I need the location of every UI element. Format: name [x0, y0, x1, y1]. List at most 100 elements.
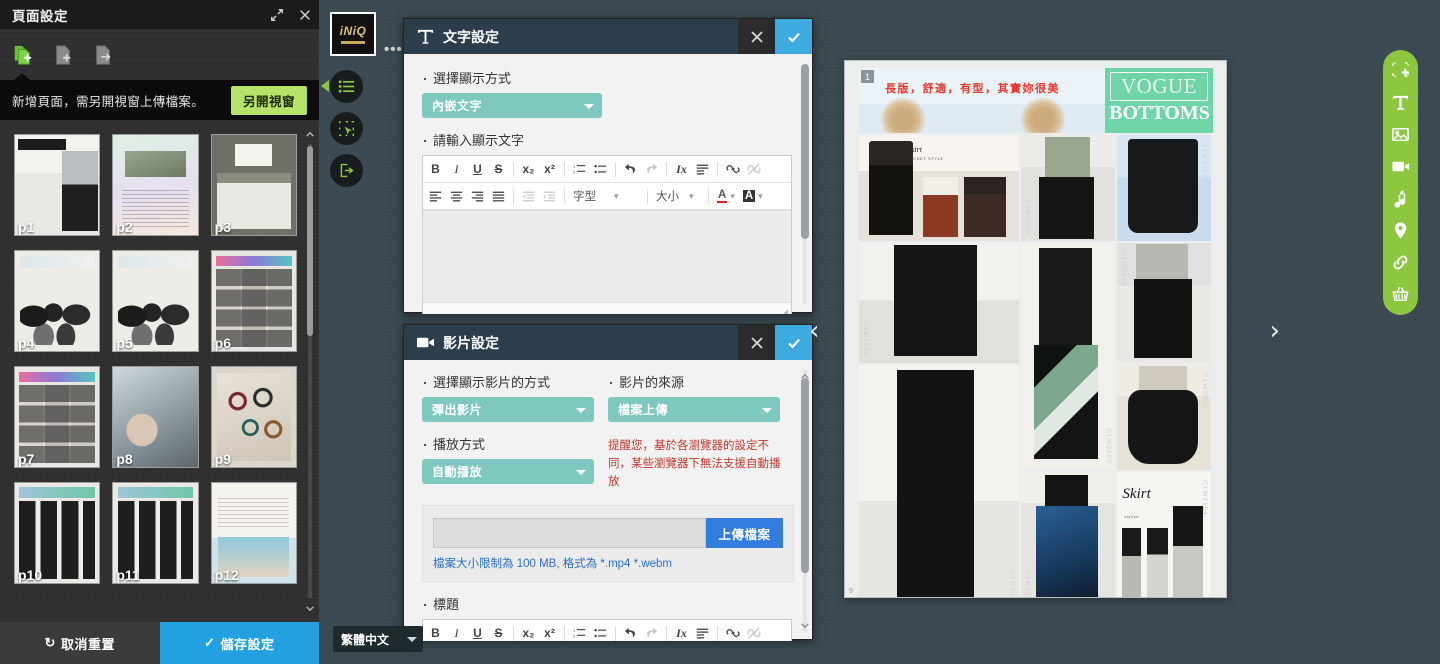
unlink-icon[interactable]: [743, 159, 764, 179]
display-mode-select[interactable]: 內嵌文字: [422, 93, 602, 118]
subscript-button[interactable]: x₂: [518, 623, 539, 641]
italic-button[interactable]: I: [446, 623, 467, 641]
bullet-list-icon[interactable]: [590, 159, 611, 179]
add-page-icon[interactable]: [52, 44, 74, 66]
page-thumbnail[interactable]: p5: [112, 250, 199, 353]
video-source-select[interactable]: 檔案上傳: [608, 397, 780, 422]
scroll-down-icon[interactable]: [305, 602, 315, 614]
link-icon[interactable]: [722, 623, 743, 641]
prev-page-arrow[interactable]: ‹: [809, 318, 819, 344]
text-color-button[interactable]: A ▾: [713, 189, 739, 203]
video-display-mode-select[interactable]: 彈出影片: [422, 397, 594, 422]
indent-icon[interactable]: [539, 186, 560, 206]
copy-page-icon[interactable]: [92, 44, 114, 66]
outdent-icon[interactable]: [518, 186, 539, 206]
product-cell[interactable]: C1W2209: [859, 243, 1019, 363]
page-thumbnail[interactable]: p7: [14, 366, 101, 469]
exit-icon[interactable]: [330, 154, 363, 187]
save-button[interactable]: ✓ 儲存設定: [159, 622, 319, 664]
thumbnail-scrollbar[interactable]: [305, 128, 315, 614]
paragraph-format-icon[interactable]: [692, 623, 713, 641]
page-thumbnail[interactable]: p6: [210, 250, 297, 353]
add-image-icon[interactable]: [1390, 124, 1411, 145]
page-thumbnail[interactable]: p3: [210, 134, 297, 237]
scroll-down-icon[interactable]: [800, 619, 810, 631]
font-family-select[interactable]: 字型 ▾: [569, 188, 643, 204]
list-icon[interactable]: [330, 70, 363, 103]
text-dialog-close-button[interactable]: [738, 19, 775, 54]
align-right-icon[interactable]: [467, 186, 488, 206]
page-thumbnail[interactable]: p2: [112, 134, 199, 237]
close-icon[interactable]: [291, 0, 319, 29]
undo-icon[interactable]: [620, 159, 641, 179]
superscript-button[interactable]: x²: [539, 159, 560, 179]
font-size-select[interactable]: 大小 ▾: [652, 188, 704, 204]
page-thumbnail[interactable]: p8: [112, 366, 199, 469]
page-thumbnail[interactable]: p9: [210, 366, 297, 469]
next-page-arrow[interactable]: ›: [1270, 318, 1280, 344]
redo-icon[interactable]: [641, 159, 662, 179]
add-region-icon[interactable]: [1390, 60, 1411, 81]
page-preview-sheet[interactable]: 1 長版，舒適，有型，其實妳很美 VOGUE BOTTOMS Skirt LONG…: [844, 60, 1227, 598]
video-play-mode-select[interactable]: 自動播放: [422, 459, 594, 484]
product-cell[interactable]: C1W2030: [1020, 135, 1115, 241]
video-dialog-scrollbar[interactable]: [800, 370, 809, 631]
text-dialog-confirm-button[interactable]: [775, 19, 812, 54]
add-link-icon[interactable]: [1390, 252, 1411, 273]
product-cell[interactable]: C1W2315: [1116, 243, 1211, 363]
editor-resize-handle[interactable]: [423, 302, 791, 314]
clear-format-button[interactable]: Ix: [671, 623, 692, 641]
scrollbar-thumb[interactable]: [801, 64, 809, 239]
scroll-up-icon[interactable]: [305, 128, 315, 140]
product-cell[interactable]: C1W2109: [1020, 243, 1115, 470]
more-options-icon[interactable]: •••: [384, 41, 403, 58]
product-cell[interactable]: Skirt LONG POCKET STYLE: [859, 135, 1019, 241]
reset-button[interactable]: ↻ 取消重置: [0, 622, 160, 664]
bg-color-button[interactable]: A ▾: [739, 190, 767, 202]
scroll-up-icon[interactable]: [800, 370, 810, 382]
add-pages-icon[interactable]: [12, 44, 34, 66]
select-area-icon[interactable]: [330, 112, 363, 145]
subscript-button[interactable]: x₂: [518, 159, 539, 179]
scrollbar-thumb[interactable]: [307, 146, 313, 336]
page-thumbnail[interactable]: p1: [14, 134, 101, 237]
product-cell[interactable]: C1W2106: [1116, 135, 1211, 241]
underline-button[interactable]: U: [467, 623, 488, 641]
add-shop-icon[interactable]: [1390, 284, 1411, 305]
language-select[interactable]: 繁體中文: [333, 626, 423, 652]
redo-icon[interactable]: [641, 623, 662, 641]
add-video-icon[interactable]: [1390, 156, 1411, 177]
italic-button[interactable]: I: [446, 159, 467, 179]
product-cell[interactable]: C1W2303: [859, 365, 1019, 597]
paragraph-format-icon[interactable]: [692, 159, 713, 179]
add-text-icon[interactable]: [1390, 92, 1411, 113]
text-content-area[interactable]: [423, 210, 791, 302]
page-thumbnail[interactable]: p12: [210, 482, 297, 585]
video-dialog-close-button[interactable]: [738, 325, 775, 360]
expand-icon[interactable]: [263, 0, 291, 29]
upload-file-button[interactable]: 上傳檔案: [706, 518, 783, 549]
align-center-icon[interactable]: [446, 186, 467, 206]
align-left-icon[interactable]: [425, 186, 446, 206]
page-thumbnail[interactable]: p10: [14, 482, 101, 585]
strikethrough-button[interactable]: S: [488, 159, 509, 179]
bold-button[interactable]: B: [425, 623, 446, 641]
ordered-list-icon[interactable]: 12: [569, 623, 590, 641]
video-dialog-confirm-button[interactable]: [775, 325, 812, 360]
open-new-window-button[interactable]: 另開視窗: [230, 85, 307, 115]
add-location-icon[interactable]: [1390, 220, 1411, 241]
strikethrough-button[interactable]: S: [488, 623, 509, 641]
underline-button[interactable]: U: [467, 159, 488, 179]
ordered-list-icon[interactable]: 12: [569, 159, 590, 179]
align-justify-icon[interactable]: [488, 186, 509, 206]
product-cell[interactable]: stylish Skirt C1W2164: [1116, 472, 1211, 597]
superscript-button[interactable]: x²: [539, 623, 560, 641]
product-cell[interactable]: C1W2020: [1116, 365, 1211, 470]
clear-format-button[interactable]: Ix: [671, 159, 692, 179]
logo-thumbnail[interactable]: iNiQ: [330, 12, 376, 56]
page-thumbnail[interactable]: p11: [112, 482, 199, 585]
bold-button[interactable]: B: [425, 159, 446, 179]
link-icon[interactable]: [722, 159, 743, 179]
add-music-icon[interactable]: [1390, 188, 1411, 209]
text-dialog-scrollbar[interactable]: [800, 64, 809, 304]
